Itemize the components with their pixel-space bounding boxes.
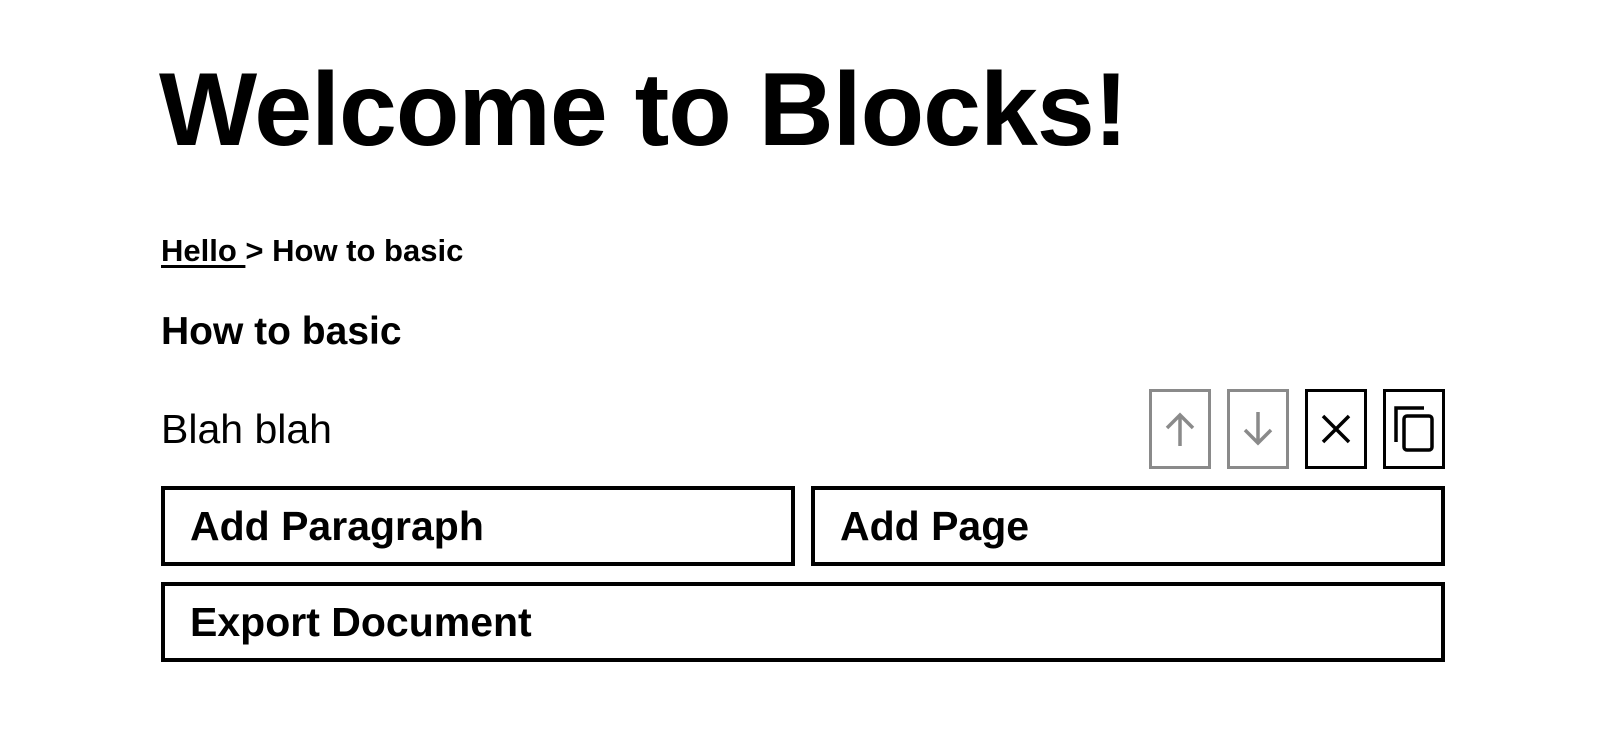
copy-icon	[1394, 406, 1434, 452]
export-document-button[interactable]: Export Document	[161, 582, 1445, 662]
block-controls	[1149, 389, 1445, 469]
move-up-button[interactable]	[1149, 389, 1211, 469]
breadcrumb-link-hello[interactable]: Hello	[161, 233, 245, 268]
close-icon	[1321, 414, 1351, 444]
paragraph-text[interactable]: Blah blah	[161, 409, 332, 450]
breadcrumb-current: How to basic	[272, 233, 464, 268]
paragraph-block: Blah blah	[161, 389, 1445, 471]
add-page-button[interactable]: Add Page	[811, 486, 1445, 566]
duplicate-block-button[interactable]	[1383, 389, 1445, 469]
arrow-up-icon	[1165, 412, 1195, 446]
page-heading: How to basic	[161, 310, 402, 353]
app-title: Welcome to Blocks!	[159, 52, 1128, 168]
add-paragraph-button[interactable]: Add Paragraph	[161, 486, 795, 566]
breadcrumb: Hello > How to basic	[161, 235, 463, 266]
delete-block-button[interactable]	[1305, 389, 1367, 469]
arrow-down-icon	[1243, 412, 1273, 446]
move-down-button[interactable]	[1227, 389, 1289, 469]
breadcrumb-separator: >	[245, 233, 273, 268]
